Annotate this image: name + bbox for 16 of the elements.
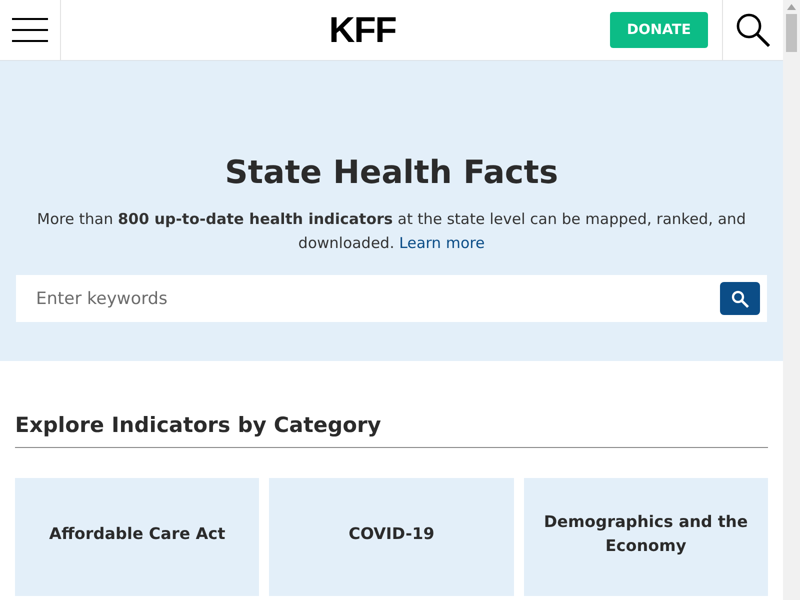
search-icon	[735, 12, 771, 48]
page-title: State Health Facts	[224, 153, 558, 191]
category-card[interactable]: COVID-19	[269, 478, 514, 596]
scrollbar-thumb[interactable]	[786, 14, 797, 52]
category-card[interactable]: Affordable Care Act	[15, 478, 260, 596]
search-field[interactable]: Enter keywords	[16, 275, 767, 322]
search-button[interactable]	[720, 282, 760, 315]
category-card[interactable]: Demographics and the Economy	[524, 478, 768, 596]
search-icon	[731, 290, 749, 308]
scrollbar[interactable]	[783, 0, 800, 600]
logo[interactable]: KFF	[328, 9, 396, 51]
menu-icon	[12, 18, 48, 42]
description-text: More than 800 up-to-date health indicators at the state level can be mapped, ranked, and downloaded. Learn more	[36, 209, 747, 254]
learn-more-link[interactable]: Learn more	[399, 234, 485, 252]
section-heading: Explore Indicators by Category	[15, 413, 768, 448]
scroll-up-icon	[787, 4, 796, 10]
